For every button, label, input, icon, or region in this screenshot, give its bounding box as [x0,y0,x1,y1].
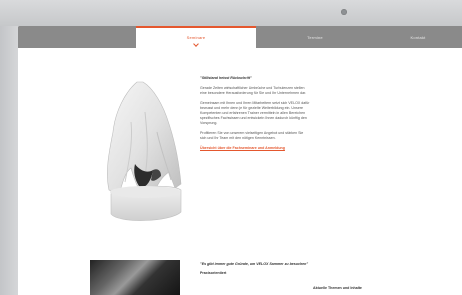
draped-sculpture-image [107,81,182,221]
bezel-top [0,0,462,26]
tab-empty[interactable] [18,26,136,48]
intro-paragraph-2: Gemeinsam mit Ihnen und Ihren Mitarbeite… [200,101,310,125]
seminar-overview-link[interactable]: Übersicht über die Fachseminare und Anme… [200,146,310,151]
tab-termine[interactable]: Termine [256,26,374,48]
praxis-heading: Praxisorientiert [200,271,227,275]
screen: Seminare Termine Kontakt "Stillstand hei… [18,26,462,295]
second-quote: "Es gibt immer gute Gründe, um VELOX Sam… [200,262,309,266]
bw-photo [90,260,180,295]
tab-kontakt[interactable]: Kontakt [374,26,462,48]
intro-paragraph-1: Gerade Zeiten wirtschaftlicher Umbrüche … [200,86,307,95]
intro-paragraph-3: Profitieren Sie von unserem vielseitigen… [200,131,304,140]
second-text: "Es gibt immer gute Gründe, um VELOX Sam… [200,262,310,280]
top-navigation: Seminare Termine Kontakt [18,26,462,48]
intro-text: "Stillstand heisst Rückschritt" Gerade Z… [200,76,310,156]
device-frame: Seminare Termine Kontakt "Stillstand hei… [0,0,462,295]
bezel-left [0,0,18,295]
camera-icon [341,9,347,15]
topics-heading: Aktuelle Themen und Inhalte [313,286,362,290]
intro-quote: "Stillstand heisst Rückschritt" [200,76,252,80]
tab-seminare[interactable]: Seminare [136,26,256,48]
